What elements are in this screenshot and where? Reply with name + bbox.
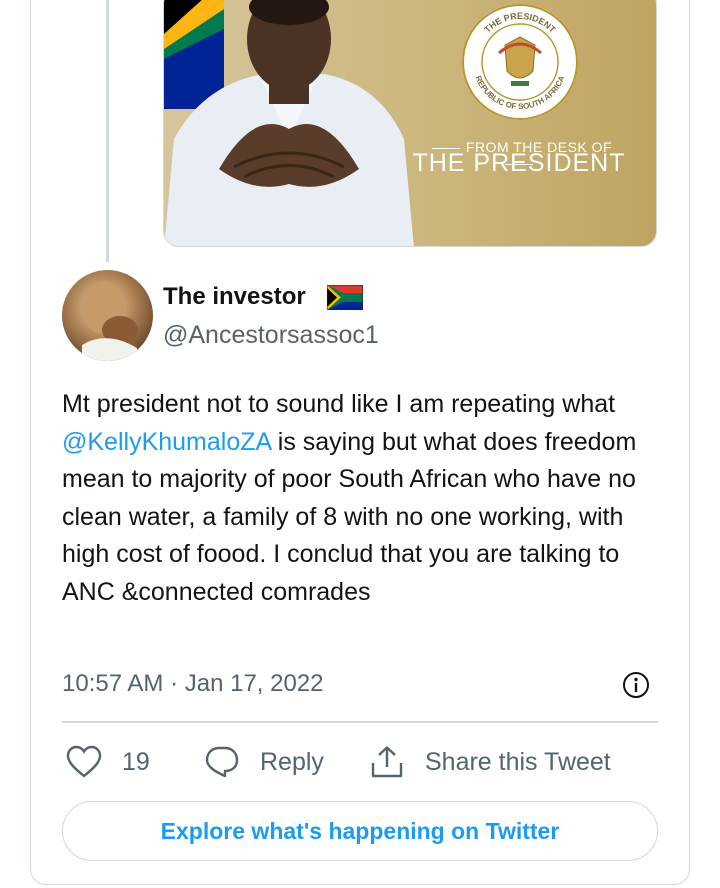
info-icon[interactable] [621,670,651,700]
reply-label: Reply [260,747,324,776]
presidential-seal-icon: THE PRESIDENT REPUBLIC OF SOUTH AFRICA [462,4,578,120]
explore-twitter-button[interactable]: Explore what's happening on Twitter [62,801,658,861]
reply-button[interactable]: Reply [204,745,324,779]
explore-label: Explore what's happening on Twitter [160,817,560,844]
reply-bubble-icon [205,746,239,778]
avatar-image [82,282,138,361]
thread-connector-line [106,0,109,262]
tweet-text-start: Mt president not to sound like I am repe… [62,390,616,418]
heart-icon [66,745,102,778]
south-africa-flag-icon [327,285,363,310]
share-icon [371,746,403,778]
divider [62,721,658,723]
tweet-timestamp[interactable]: 10:57 AM · Jan 17, 2022 [62,670,324,698]
mention-link[interactable]: @KellyKhumaloZA [62,428,271,456]
like-count: 19 [122,747,150,776]
president-portrait [164,0,414,246]
desk-title: THE PRESIDENT [412,149,626,177]
author-handle[interactable]: @Ancestorsassoc1 [163,321,379,350]
avatar[interactable] [62,270,153,361]
quoted-tweet-media[interactable]: THE PRESIDENT REPUBLIC OF SOUTH AFRICA F… [163,0,657,247]
author-display-name[interactable]: The investor [163,283,306,311]
share-label: Share this Tweet [425,747,611,776]
tweet-text: Mt president not to sound like I am repe… [62,386,672,611]
like-button[interactable]: 19 [66,745,150,779]
share-button[interactable]: Share this Tweet [369,745,611,779]
